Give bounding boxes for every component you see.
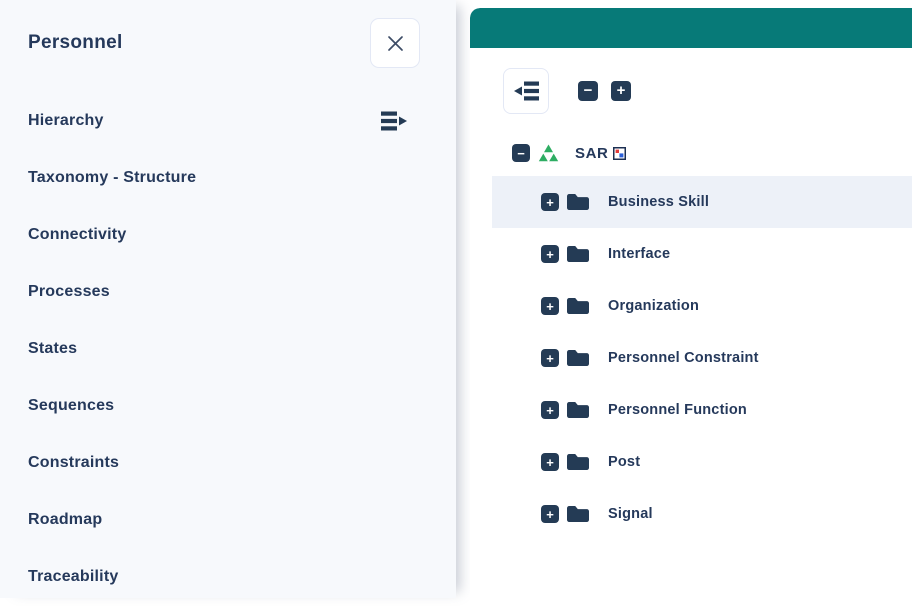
collapse-all-button[interactable] [503,68,549,114]
sidebar-item-traceability[interactable]: Traceability [0,548,456,605]
collapse-list-icon [513,80,540,102]
expand-node-button[interactable]: + [541,245,559,263]
model-tree: − SAR [470,138,912,540]
expand-node-button[interactable]: + [541,297,559,315]
tree-root-sar[interactable]: − SAR [470,138,912,168]
plus-icon: + [546,507,554,522]
folder-icon [566,504,590,524]
minus-icon: − [584,82,593,100]
tree-node-label: Personnel Constraint [608,350,759,366]
triforce-icon [538,144,559,162]
sidebar-item-label: Taxonomy - Structure [28,169,196,187]
tree-root-label: SAR [575,145,608,162]
expand-node-button[interactable]: + [541,193,559,211]
sidebar-item-label: States [28,340,77,358]
expand-node-button[interactable]: + [611,81,631,101]
folder-icon [566,452,590,472]
personnel-sidebar: Personnel Hierarchy [0,0,456,598]
page: Personnel Hierarchy [0,0,912,606]
folder-icon [566,296,590,316]
tree-node-signal[interactable]: + Signal [470,488,912,540]
tree-node-business-skill[interactable]: + Business Skill [492,176,912,228]
sidebar-item-label: Sequences [28,397,114,415]
panel-header-bar [470,8,912,48]
sidebar-item-taxonomy-structure[interactable]: Taxonomy - Structure [0,149,456,206]
sidebar-menu: Hierarchy Taxonomy - Structure Connectiv… [0,92,456,605]
plus-icon: + [546,351,554,366]
collapse-node-button[interactable]: − [578,81,598,101]
tree-node-label: Post [608,454,640,470]
sidebar-item-label: Traceability [28,568,118,586]
plus-icon: + [546,247,554,262]
tree-node-label: Business Skill [608,194,709,210]
plus-icon: + [617,82,626,100]
close-icon [387,35,404,52]
sidebar-item-label: Processes [28,283,110,301]
sidebar-item-label: Roadmap [28,511,102,529]
page-title: Personnel [28,32,123,54]
expand-node-button[interactable]: + [541,401,559,419]
expand-node-button[interactable]: + [541,453,559,471]
sidebar-item-states[interactable]: States [0,320,456,377]
folder-icon [566,348,590,368]
minus-icon: − [517,146,525,161]
folder-icon [566,400,590,420]
panel-body: − + − [470,48,912,540]
plus-icon: + [546,299,554,314]
expand-node-button[interactable]: + [541,349,559,367]
collapse-root-button[interactable]: − [512,144,530,162]
tree-node-personnel-constraint[interactable]: + Personnel Constraint [470,332,912,384]
sidebar-item-hierarchy[interactable]: Hierarchy [0,92,456,149]
sidebar-item-label: Hierarchy [28,112,104,130]
plus-icon: + [546,195,554,210]
folder-icon [566,244,590,264]
sidebar-item-constraints[interactable]: Constraints [0,434,456,491]
tree-node-label: Signal [608,506,653,522]
close-button[interactable] [370,18,420,68]
sidebar-item-connectivity[interactable]: Connectivity [0,206,456,263]
sidebar-item-processes[interactable]: Processes [0,263,456,320]
sidebar-header: Personnel [0,0,456,68]
tree-toolbar: − + [470,68,912,114]
list-arrow-right-icon [381,110,408,132]
tree-node-label: Personnel Function [608,402,747,418]
sidebar-item-sequences[interactable]: Sequences [0,377,456,434]
expand-node-button[interactable]: + [541,505,559,523]
tree-node-label: Organization [608,298,699,314]
folder-icon [566,192,590,212]
sidebar-item-label: Connectivity [28,226,126,244]
tree-node-organization[interactable]: + Organization [470,280,912,332]
tree-node-personnel-function[interactable]: + Personnel Function [470,384,912,436]
tree-node-label: Interface [608,246,670,262]
sidebar-item-label: Constraints [28,454,119,472]
tree-node-post[interactable]: + Post [470,436,912,488]
tree-node-interface[interactable]: + Interface [470,228,912,280]
sidebar-item-roadmap[interactable]: Roadmap [0,491,456,548]
model-badge-icon [613,147,626,160]
plus-icon: + [546,403,554,418]
plus-icon: + [546,455,554,470]
hierarchy-panel: − + − [470,8,912,606]
